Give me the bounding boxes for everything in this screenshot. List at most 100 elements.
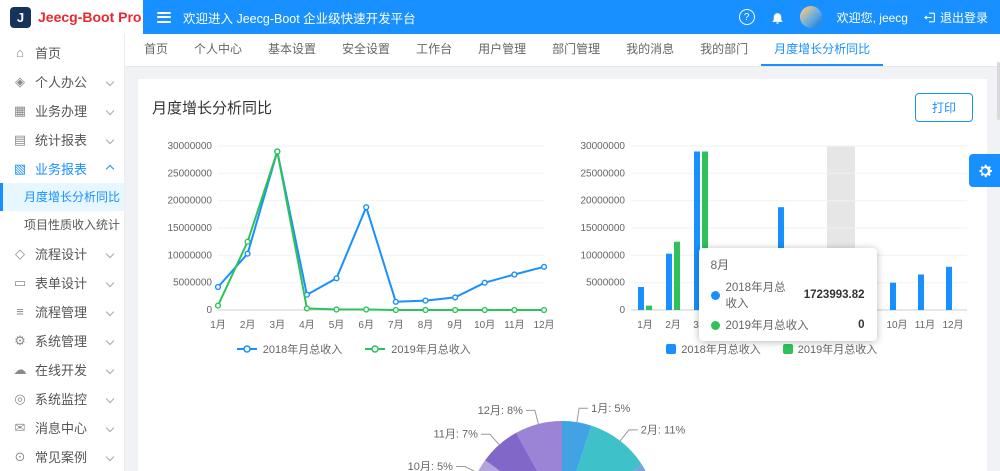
svg-text:0: 0 [619,305,625,316]
sidebar-item-4[interactable]: ▧ 业务报表 [0,154,124,183]
tab-3[interactable]: 安全设置 [329,34,403,66]
sidebar-item-5[interactable]: ◇ 流程设计 [0,239,124,268]
svg-text:9月: 9月 [447,319,463,331]
svg-text:1月: 1月 [210,319,226,331]
svg-text:10月: 10月 [886,319,907,331]
svg-text:15000000: 15000000 [580,223,625,234]
sidebar-item-11[interactable]: ✉ 消息中心 [0,413,124,442]
line-chart-legend: 2018年月总收入 2019年月总收入 [152,340,555,358]
svg-text:5000000: 5000000 [173,278,212,289]
form-icon: ▭ [13,274,27,290]
help-icon[interactable]: ? [738,9,755,25]
main-content: 月度增长分析同比 打印 0 5000000 10000000 15000000 2000… [125,67,1000,471]
user-welcome[interactable]: 欢迎您, jeecg [837,9,908,26]
legend-bar-item[interactable]: 2018年月总收入 [666,341,761,357]
legend-line-item[interactable]: 2019年月总收入 [364,341,471,357]
menu-fold-icon[interactable] [157,11,171,23]
sidebar-item-1[interactable]: ◈ 个人办公 [0,67,124,96]
sidebar-subitem-1[interactable]: 项目性质收入统计 [0,211,124,239]
sidebar-item-9[interactable]: ☁ 在线开发 [0,355,124,384]
audit-icon: ≡ [16,304,24,319]
svg-text:1月: 1月 [637,319,653,331]
tab-9[interactable]: 月度增长分析同比 [761,34,884,66]
home-icon: ⌂ [16,45,24,60]
sidebar-item-12[interactable]: ⊙ 常见案例 [0,442,124,471]
settings-gear-button[interactable] [969,154,1000,187]
chevron-down-icon [105,452,115,461]
sidebar-subitem-0[interactable]: 月度增长分析同比 [0,183,124,211]
charts-row: 0 5000000 10000000 15000000 20000000 25000000… [152,136,973,358]
sidebar: ⌂ 首页 ◈ 个人办公 ▦ 业务办理 ▤ 统计报表 ▧ 业务报表 月度增长分析同比 项目性质收入统计 ◇… [0,34,125,471]
pie-chart[interactable]: 1月: 5% 2月: 11% 10月: 5% 11月: 7% 12月: 8% [152,358,973,471]
svg-text:10月: 10月 [474,319,495,331]
line-chart[interactable]: 0 5000000 10000000 15000000 20000000 25000000… [152,136,555,358]
tab-4[interactable]: 工作台 [403,34,465,66]
sidebar-item-8[interactable]: ⚙ 系统管理 [0,326,124,355]
user-avatar[interactable] [799,6,822,28]
compass-icon: ⊙ [14,448,26,464]
chevron-down-icon [105,307,115,316]
apps-icon: ▦ [13,102,27,118]
legend-line-marker [236,345,257,353]
app-logo[interactable]: J Jeecg-Boot Pro [0,0,143,34]
svg-text:12月: 12月 [942,319,963,331]
legend-line-item[interactable]: 2018年月总收入 [236,341,342,357]
print-button[interactable]: 打印 [914,93,973,122]
sidebar-item-10[interactable]: ◎ 系统监控 [0,384,124,413]
app-header: J Jeecg-Boot Pro 欢迎进入 Jeecg-Boot 企业级快速开发… [0,0,1000,34]
legend-square-marker [782,344,793,354]
welcome-text: 欢迎进入 Jeecg-Boot 企业级快速开发平台 [183,11,416,26]
tab-7[interactable]: 我的消息 [613,34,687,66]
chevron-down-icon [105,423,115,432]
sidebar-item-6[interactable]: ▭ 表单设计 [0,268,124,297]
svg-text:12月: 12月 [533,319,554,331]
tab-0[interactable]: 首页 [131,34,181,66]
tab-2[interactable]: 基本设置 [255,34,329,66]
legend-square-marker [666,344,677,354]
tooltip-row: 2018年月总收入 1723993.82 [710,279,865,311]
pie-chart-canvas[interactable]: 1月: 5% 2月: 11% 10月: 5% 11月: 7%12月: 8% [152,358,973,471]
line-chart-canvas[interactable]: 0 5000000 10000000 15000000 20000000 25000000… [152,136,555,336]
chevron-down-icon [105,135,115,144]
setting-icon: ⚙ [14,332,26,348]
tooltip-title: 8月 [710,258,730,272]
card-header: 月度增长分析同比 打印 [152,93,973,122]
svg-text:11月: 11月 [504,319,524,331]
svg-text:20000000: 20000000 [168,196,213,207]
legend-bar-item[interactable]: 2019年月总收入 [782,341,877,357]
svg-text:0: 0 [206,305,212,316]
svg-text:10月: 5%: 10月: 5% [408,461,453,471]
chart-tooltip: 8月 2018年月总收入 1723993.82 2019年月总收入 0 [698,248,877,341]
sidebar-item-3[interactable]: ▤ 统计报表 [0,125,124,154]
sidebar-item-2[interactable]: ▦ 业务办理 [0,96,124,125]
sidebar-item-0[interactable]: ⌂ 首页 [0,38,124,67]
svg-text:7月: 7月 [388,319,404,331]
bell-glyph [772,12,783,24]
tabs-bar: 首页 个人中心 基本设置 安全设置 工作台 用户管理 部门管理 我的消息 我的部门 月度增长分析同… [125,34,1000,67]
tab-8[interactable]: 我的部门 [687,34,761,66]
svg-text:11月: 7%: 11月: 7% [433,429,478,441]
svg-text:25000000: 25000000 [580,168,625,179]
svg-text:8月: 8月 [418,319,434,331]
tabs-list: 首页 个人中心 基本设置 安全设置 工作台 用户管理 部门管理 我的消息 我的部门 月度增长分析同… [131,34,884,66]
chevron-down-icon [105,249,115,258]
chevron-down-icon [105,278,115,287]
mail-icon: ✉ [14,419,26,435]
logo-text: Jeecg-Boot Pro [38,9,142,25]
chevron-down-icon [105,106,115,115]
sidebar-item-7[interactable]: ≡ 流程管理 [0,297,124,326]
share-alt-icon: ◈ [15,73,25,89]
bell-icon[interactable] [770,10,785,25]
monitor-icon: ◎ [14,390,26,406]
logout-button[interactable]: 退出登录 [923,9,988,26]
tab-6[interactable]: 部门管理 [539,34,613,66]
tooltip-row: 2019年月总收入 0 [710,317,865,333]
svg-text:2月: 2月 [240,319,256,331]
tab-5[interactable]: 用户管理 [465,34,539,66]
svg-text:11月: 11月 [914,319,934,331]
tab-1[interactable]: 个人中心 [181,34,255,66]
bar-chart[interactable]: 0 5000000 10000000 15000000 20000000 25000000… [571,136,974,358]
svg-text:30000000: 30000000 [168,141,213,152]
svg-text:6月: 6月 [358,319,374,331]
gear-icon [979,164,992,177]
